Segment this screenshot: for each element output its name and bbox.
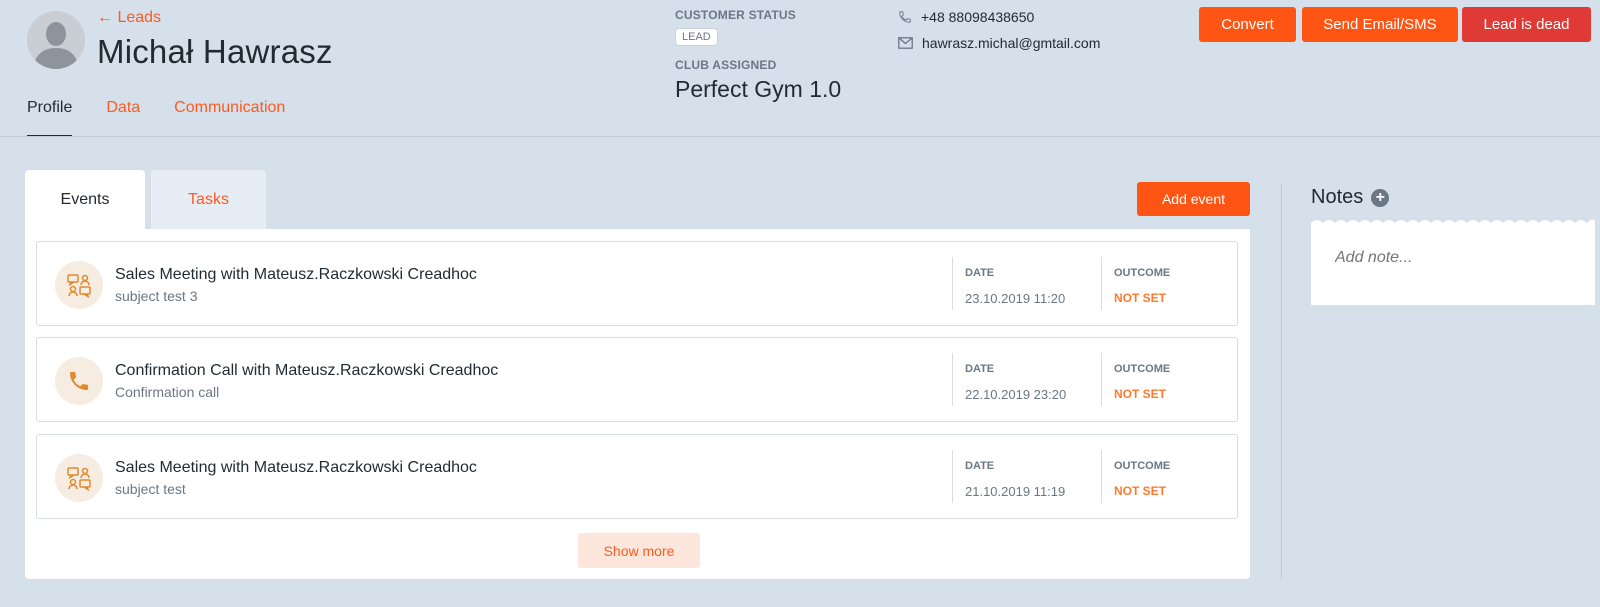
send-email-sms-button[interactable]: Send Email/SMS bbox=[1302, 7, 1458, 42]
tab-profile[interactable]: Profile bbox=[27, 99, 73, 137]
event-subject: subject test 3 bbox=[115, 288, 198, 304]
add-note-icon[interactable]: + bbox=[1371, 188, 1390, 207]
avatar bbox=[27, 11, 85, 69]
envelope-icon bbox=[898, 37, 913, 49]
event-outcome: NOT SET bbox=[1114, 484, 1167, 498]
divider bbox=[1101, 353, 1102, 406]
show-more-button[interactable]: Show more bbox=[578, 533, 700, 568]
phone-icon bbox=[899, 11, 911, 23]
event-card[interactable]: Confirmation Call with Mateusz.Raczkowsk… bbox=[36, 337, 1238, 422]
back-to-leads-link[interactable]: ← Leads bbox=[97, 9, 161, 27]
lead-is-dead-button[interactable]: Lead is dead bbox=[1462, 7, 1591, 42]
club-assigned-label: CLUB ASSIGNED bbox=[675, 58, 777, 72]
email-contact: hawrasz.michal@gmtail.com bbox=[898, 35, 1100, 51]
club-assigned-value: Perfect Gym 1.0 bbox=[675, 76, 842, 102]
outcome-label: OUTCOME bbox=[1114, 267, 1171, 279]
scalloped-edge bbox=[1311, 219, 1595, 227]
divider bbox=[952, 353, 953, 406]
event-title: Sales Meeting with Mateusz.Raczkowski Cr… bbox=[115, 266, 477, 283]
event-subject: Confirmation call bbox=[115, 384, 220, 400]
add-note-input[interactable] bbox=[1335, 249, 1575, 267]
phone-icon bbox=[55, 357, 103, 405]
notes-header: Notes + bbox=[1311, 186, 1390, 209]
header-divider bbox=[0, 136, 1600, 137]
event-date: 23.10.2019 11:20 bbox=[965, 291, 1066, 306]
notes-box bbox=[1311, 219, 1595, 305]
tab-events[interactable]: Events bbox=[25, 170, 145, 230]
divider bbox=[952, 450, 953, 503]
customer-status-label: CUSTOMER STATUS bbox=[675, 8, 797, 22]
divider bbox=[952, 257, 953, 310]
meeting-icon bbox=[55, 261, 103, 309]
meeting-icon bbox=[55, 454, 103, 502]
event-outcome: NOT SET bbox=[1114, 387, 1167, 401]
event-title: Sales Meeting with Mateusz.Raczkowski Cr… bbox=[115, 459, 477, 476]
phone-contact: +48 88098438650 bbox=[898, 9, 1034, 25]
add-event-button[interactable]: Add event bbox=[1137, 182, 1250, 216]
email-address[interactable]: hawrasz.michal@gmtail.com bbox=[922, 35, 1100, 51]
tab-data[interactable]: Data bbox=[106, 99, 140, 137]
event-card[interactable]: Sales Meeting with Mateusz.Raczkowski Cr… bbox=[36, 434, 1238, 519]
event-title: Confirmation Call with Mateusz.Raczkowsk… bbox=[115, 362, 499, 379]
date-label: DATE bbox=[965, 460, 995, 472]
event-date: 21.10.2019 11:19 bbox=[965, 484, 1066, 499]
phone-number[interactable]: +48 88098438650 bbox=[921, 9, 1034, 25]
divider bbox=[1101, 257, 1102, 310]
event-card[interactable]: Sales Meeting with Mateusz.Raczkowski Cr… bbox=[36, 241, 1238, 326]
events-panel: Sales Meeting with Mateusz.Raczkowski Cr… bbox=[25, 229, 1250, 579]
event-subject: subject test bbox=[115, 481, 186, 497]
date-label: DATE bbox=[965, 363, 995, 375]
outcome-label: OUTCOME bbox=[1114, 460, 1171, 472]
profile-tabs: Profile Data Communication bbox=[27, 99, 319, 137]
tab-communication[interactable]: Communication bbox=[174, 99, 285, 137]
event-outcome: NOT SET bbox=[1114, 291, 1167, 305]
tab-tasks[interactable]: Tasks bbox=[151, 170, 266, 230]
lead-name: Michał Hawrasz bbox=[97, 33, 333, 70]
event-date: 22.10.2019 23:20 bbox=[965, 387, 1067, 402]
divider bbox=[1101, 450, 1102, 503]
convert-button[interactable]: Convert bbox=[1199, 7, 1296, 42]
column-divider bbox=[1281, 183, 1282, 580]
customer-status-badge: LEAD bbox=[675, 28, 718, 46]
outcome-label: OUTCOME bbox=[1114, 363, 1171, 375]
date-label: DATE bbox=[965, 267, 995, 279]
notes-title: Notes bbox=[1311, 186, 1364, 208]
